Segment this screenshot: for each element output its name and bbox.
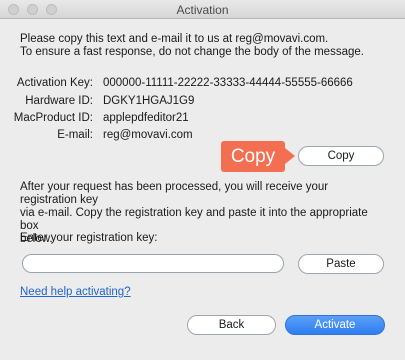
- registration-key-label: Enter your registration key:: [20, 232, 158, 244]
- macproduct-id-label: MacProduct ID:: [13, 112, 93, 124]
- activation-key-value: 000000-11111-22222-33333-44444-55555-666…: [103, 77, 353, 89]
- intro-line-2: To ensure a fast response, do not change…: [20, 46, 364, 58]
- info-row-activation-key: Activation Key: 000000-11111-22222-33333…: [0, 77, 405, 91]
- callout-arrow-icon: [285, 148, 295, 164]
- registration-key-input[interactable]: [22, 254, 284, 273]
- instructions-line-2: via e-mail. Copy the registration key an…: [20, 207, 368, 232]
- info-row-hardware-id: Hardware ID: DGKY1HGAJ1G9: [0, 95, 405, 109]
- hardware-id-value: DGKY1HGAJ1G9: [103, 95, 195, 107]
- copy-button[interactable]: Copy: [298, 146, 384, 166]
- hardware-id-label: Hardware ID:: [25, 95, 93, 107]
- macproduct-id-value: applepdfeditor21: [103, 112, 189, 124]
- title-bar: Activation: [0, 0, 405, 19]
- intro-line-1: Please copy this text and e-mail it to u…: [20, 33, 329, 45]
- intro-text: Please copy this text and e-mail it to u…: [20, 33, 390, 59]
- email-label: E-mail:: [57, 129, 93, 141]
- paste-button[interactable]: Paste: [298, 254, 384, 274]
- instructions-line-1: After your request has been processed, y…: [20, 181, 329, 206]
- window-title: Activation: [176, 3, 229, 17]
- info-row-macproduct-id: MacProduct ID: applepdfeditor21: [0, 112, 405, 126]
- activate-button[interactable]: Activate: [285, 315, 385, 335]
- copy-callout-badge: Copy: [221, 141, 285, 172]
- back-button[interactable]: Back: [187, 315, 276, 335]
- email-value: reg@movavi.com: [103, 129, 193, 141]
- activation-key-label: Activation Key:: [16, 77, 93, 89]
- info-row-email: E-mail: reg@movavi.com: [0, 129, 405, 143]
- help-activating-link[interactable]: Need help activating?: [20, 286, 131, 298]
- activation-window: Activation Please copy this text and e-m…: [0, 0, 405, 360]
